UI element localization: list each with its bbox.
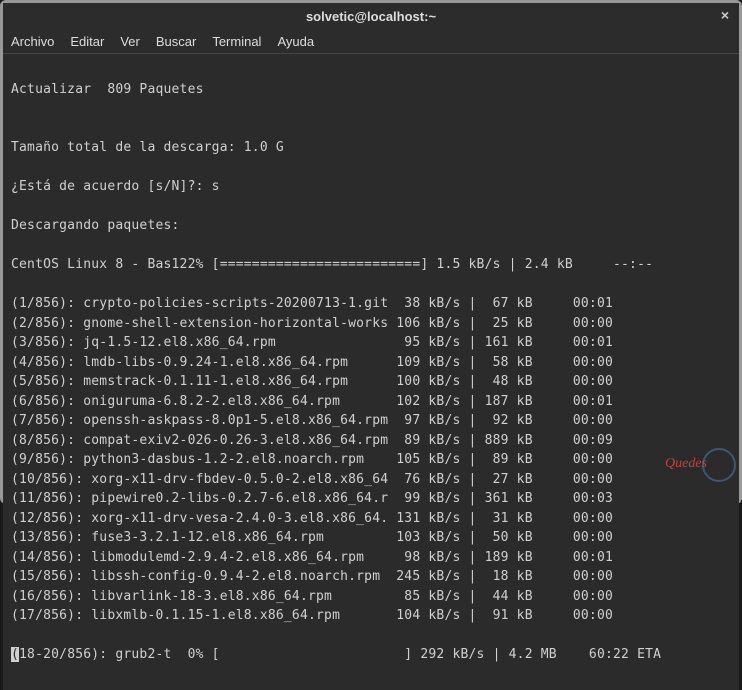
current-progress: (18-20/856): grub2-t 0% [ ] 292 kB/s | 4… [11,645,731,665]
download-row: (14/856): libmodulemd-2.9.4-2.el8.x86_64… [11,548,731,568]
confirm-prompt: ¿Está de acuerdo [s/N]?: s [11,177,731,197]
download-row: (8/856): compat-exiv2-026-0.26-3.el8.x86… [11,431,731,451]
terminal-output[interactable]: Actualizar 809 Paquetes Tamaño total de … [3,54,739,690]
download-row: (2/856): gnome-shell-extension-horizonta… [11,314,731,334]
download-row: (9/856): python3-dasbus-1.2-2.el8.noarch… [11,450,731,470]
download-row: (4/856): lmdb-libs-0.9.24-1.el8.x86_64.r… [11,353,731,373]
download-row: (1/856): crypto-policies-scripts-2020071… [11,294,731,314]
menu-ayuda[interactable]: Ayuda [277,34,314,49]
menu-editar[interactable]: Editar [70,34,104,49]
download-row: (5/856): memstrack-0.1.11-1.el8.x86_64.r… [11,372,731,392]
window-titlebar: solvetic@localhost:~ × [3,3,739,30]
repo-progress: CentOS Linux 8 - Bas122% [==============… [11,255,731,275]
progress-rest: 18-20/856): grub2-t 0% [ ] 292 kB/s | 4.… [19,647,661,662]
download-rows: (1/856): crypto-policies-scripts-2020071… [11,294,731,626]
menu-ver[interactable]: Ver [120,34,140,49]
watermark-circle-icon [702,448,736,482]
download-row: (11/856): pipewire0.2-libs-0.2.7-6.el8.x… [11,489,731,509]
menu-archivo[interactable]: Archivo [11,34,54,49]
download-row: (6/856): oniguruma-6.8.2-2.el8.x86_64.rp… [11,392,731,412]
window-title: solvetic@localhost:~ [306,9,436,24]
cursor-block: ( [11,647,19,662]
download-row: (15/856): libssh-config-0.9.4-2.el8.noar… [11,567,731,587]
menu-buscar[interactable]: Buscar [156,34,196,49]
watermark-text: Quedes [665,456,707,472]
download-row: (13/856): fuse3-3.2.1-12.el8.x86_64.rpm … [11,528,731,548]
download-row: (10/856): xorg-x11-drv-fbdev-0.5.0-2.el8… [11,470,731,490]
update-summary: Actualizar 809 Paquetes [11,80,731,100]
downloading-header: Descargando paquetes: [11,216,731,236]
download-row: (17/856): libxmlb-0.1.15-1.el8.x86_64.rp… [11,606,731,626]
close-icon[interactable]: × [721,7,729,23]
menu-bar: Archivo Editar Ver Buscar Terminal Ayuda [3,30,739,54]
menu-terminal[interactable]: Terminal [212,34,261,49]
download-row: (3/856): jq-1.5-12.el8.x86_64.rpm 95 kB/… [11,333,731,353]
download-row: (16/856): libvarlink-18-3.el8.x86_64.rpm… [11,587,731,607]
download-size: Tamaño total de la descarga: 1.0 G [11,138,731,158]
download-row: (7/856): openssh-askpass-8.0p1-5.el8.x86… [11,411,731,431]
download-row: (12/856): xorg-x11-drv-vesa-2.4.0-3.el8.… [11,509,731,529]
